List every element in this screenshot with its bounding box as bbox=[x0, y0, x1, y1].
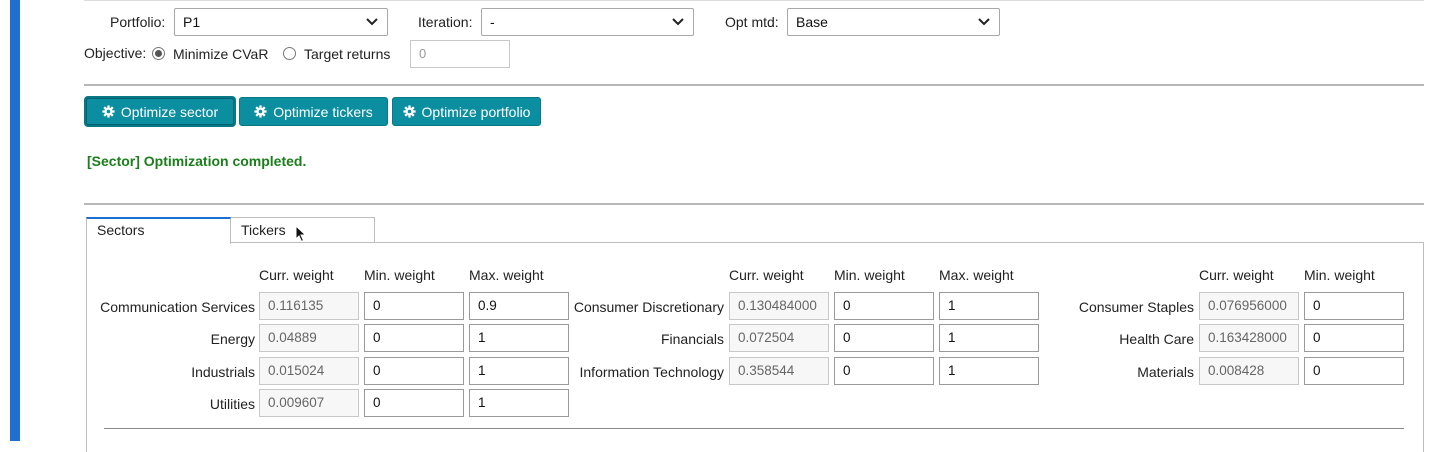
sector-label: Financials bbox=[660, 331, 724, 347]
opt-mtd-select-value: Base bbox=[796, 14, 828, 30]
curr-weight-field: 0.163428000 bbox=[1199, 324, 1299, 352]
curr-weight-field: 0.076956000 bbox=[1199, 292, 1299, 320]
col-header-min-weight: Min. weight bbox=[1304, 267, 1375, 283]
sector-label: Industrials bbox=[191, 364, 255, 380]
optimize-portfolio-label: Optimize portfolio bbox=[421, 103, 531, 120]
curr-weight-field: 0.358544 bbox=[729, 357, 829, 385]
panel-divider bbox=[104, 428, 1404, 429]
optimize-sector-button[interactable]: Optimize sector bbox=[85, 97, 235, 126]
radio-minimize-cvar-label: Minimize CVaR bbox=[173, 46, 269, 62]
col-header-max-weight: Max. weight bbox=[469, 267, 544, 283]
optimize-tickers-button[interactable]: Optimize tickers bbox=[239, 97, 388, 126]
sector-label: Utilities bbox=[209, 396, 255, 412]
iteration-select-value: - bbox=[490, 14, 495, 30]
max-weight-input[interactable]: 1 bbox=[469, 324, 569, 352]
top-divider bbox=[84, 0, 1424, 1]
max-weight-input[interactable]: 1 bbox=[939, 324, 1039, 352]
radio-minimize-cvar[interactable] bbox=[152, 47, 165, 60]
min-weight-input[interactable]: 0 bbox=[1304, 357, 1404, 385]
objective-label: Objective: bbox=[84, 45, 147, 61]
curr-weight-field: 0.130484000 bbox=[729, 292, 829, 320]
optimize-tickers-label: Optimize tickers bbox=[273, 103, 373, 120]
tab-sectors-label: Sectors bbox=[97, 222, 145, 238]
curr-weight-field: 0.116135 bbox=[259, 292, 359, 320]
sector-label: Health Care bbox=[1119, 331, 1194, 347]
sector-label: Communication Services bbox=[100, 299, 255, 315]
portfolio-label: Portfolio: bbox=[110, 14, 166, 30]
sector-label: Materials bbox=[1137, 364, 1194, 380]
opt-mtd-select[interactable]: Base bbox=[787, 8, 1000, 36]
gear-icon bbox=[402, 105, 416, 118]
radio-target-returns-label: Target returns bbox=[304, 46, 391, 62]
optimize-portfolio-button[interactable]: Optimize portfolio bbox=[392, 97, 541, 126]
col-header-curr-weight: Curr. weight bbox=[1199, 267, 1274, 283]
portfolio-select[interactable]: P1 bbox=[174, 8, 388, 36]
col-header-max-weight: Max. weight bbox=[939, 267, 1014, 283]
min-weight-input[interactable]: 0 bbox=[834, 357, 934, 385]
max-weight-input[interactable]: 1 bbox=[939, 292, 1039, 320]
status-message: [Sector] Optimization completed. bbox=[87, 153, 307, 169]
max-weight-input[interactable]: 1 bbox=[469, 357, 569, 385]
opt-mtd-label: Opt mtd: bbox=[725, 14, 779, 30]
portfolio-select-value: P1 bbox=[183, 14, 201, 30]
min-weight-input[interactable]: 0 bbox=[364, 357, 464, 385]
iteration-select[interactable]: - bbox=[481, 8, 694, 36]
col-header-min-weight: Min. weight bbox=[834, 267, 905, 283]
max-weight-input[interactable]: 1 bbox=[939, 357, 1039, 385]
min-weight-input[interactable]: 0 bbox=[834, 292, 934, 320]
mouse-pointer-icon bbox=[295, 225, 307, 243]
min-weight-input[interactable]: 0 bbox=[364, 324, 464, 352]
curr-weight-field: 0.008428 bbox=[1199, 357, 1299, 385]
min-weight-input[interactable]: 0 bbox=[364, 389, 464, 417]
curr-weight-field: 0.072504 bbox=[729, 324, 829, 352]
tab-sectors[interactable]: Sectors bbox=[86, 217, 231, 244]
min-weight-input[interactable]: 0 bbox=[1304, 292, 1404, 320]
tab-tickers-label: Tickers bbox=[241, 222, 286, 238]
optimize-sector-label: Optimize sector bbox=[120, 103, 219, 120]
iteration-label: Iteration: bbox=[418, 14, 473, 30]
max-weight-input[interactable]: 1 bbox=[469, 389, 569, 417]
section-divider bbox=[84, 84, 1424, 86]
curr-weight-field: 0.04889 bbox=[259, 324, 359, 352]
min-weight-input[interactable]: 0 bbox=[364, 292, 464, 320]
left-accent-bar bbox=[10, 0, 20, 441]
sector-label: Information Technology bbox=[579, 364, 725, 380]
chevron-down-icon bbox=[672, 18, 684, 26]
section-divider bbox=[84, 203, 1424, 205]
min-weight-input[interactable]: 0 bbox=[1304, 324, 1404, 352]
min-weight-input[interactable]: 0 bbox=[834, 324, 934, 352]
col-header-curr-weight: Curr. weight bbox=[729, 267, 804, 283]
max-weight-input[interactable]: 0.9 bbox=[469, 292, 569, 320]
chevron-down-icon bbox=[978, 18, 990, 26]
sector-label: Energy bbox=[210, 331, 255, 347]
gear-icon bbox=[254, 105, 267, 118]
radio-target-returns[interactable] bbox=[283, 47, 296, 60]
col-header-min-weight: Min. weight bbox=[364, 267, 435, 283]
curr-weight-field: 0.009607 bbox=[259, 389, 359, 417]
target-returns-input[interactable]: 0 bbox=[410, 40, 510, 68]
col-header-curr-weight: Curr. weight bbox=[259, 267, 334, 283]
sector-label: Consumer Discretionary bbox=[573, 299, 724, 315]
sector-label: Consumer Staples bbox=[1078, 299, 1194, 315]
chevron-down-icon bbox=[366, 18, 378, 26]
curr-weight-field: 0.015024 bbox=[259, 357, 359, 385]
gear-icon bbox=[102, 105, 115, 118]
